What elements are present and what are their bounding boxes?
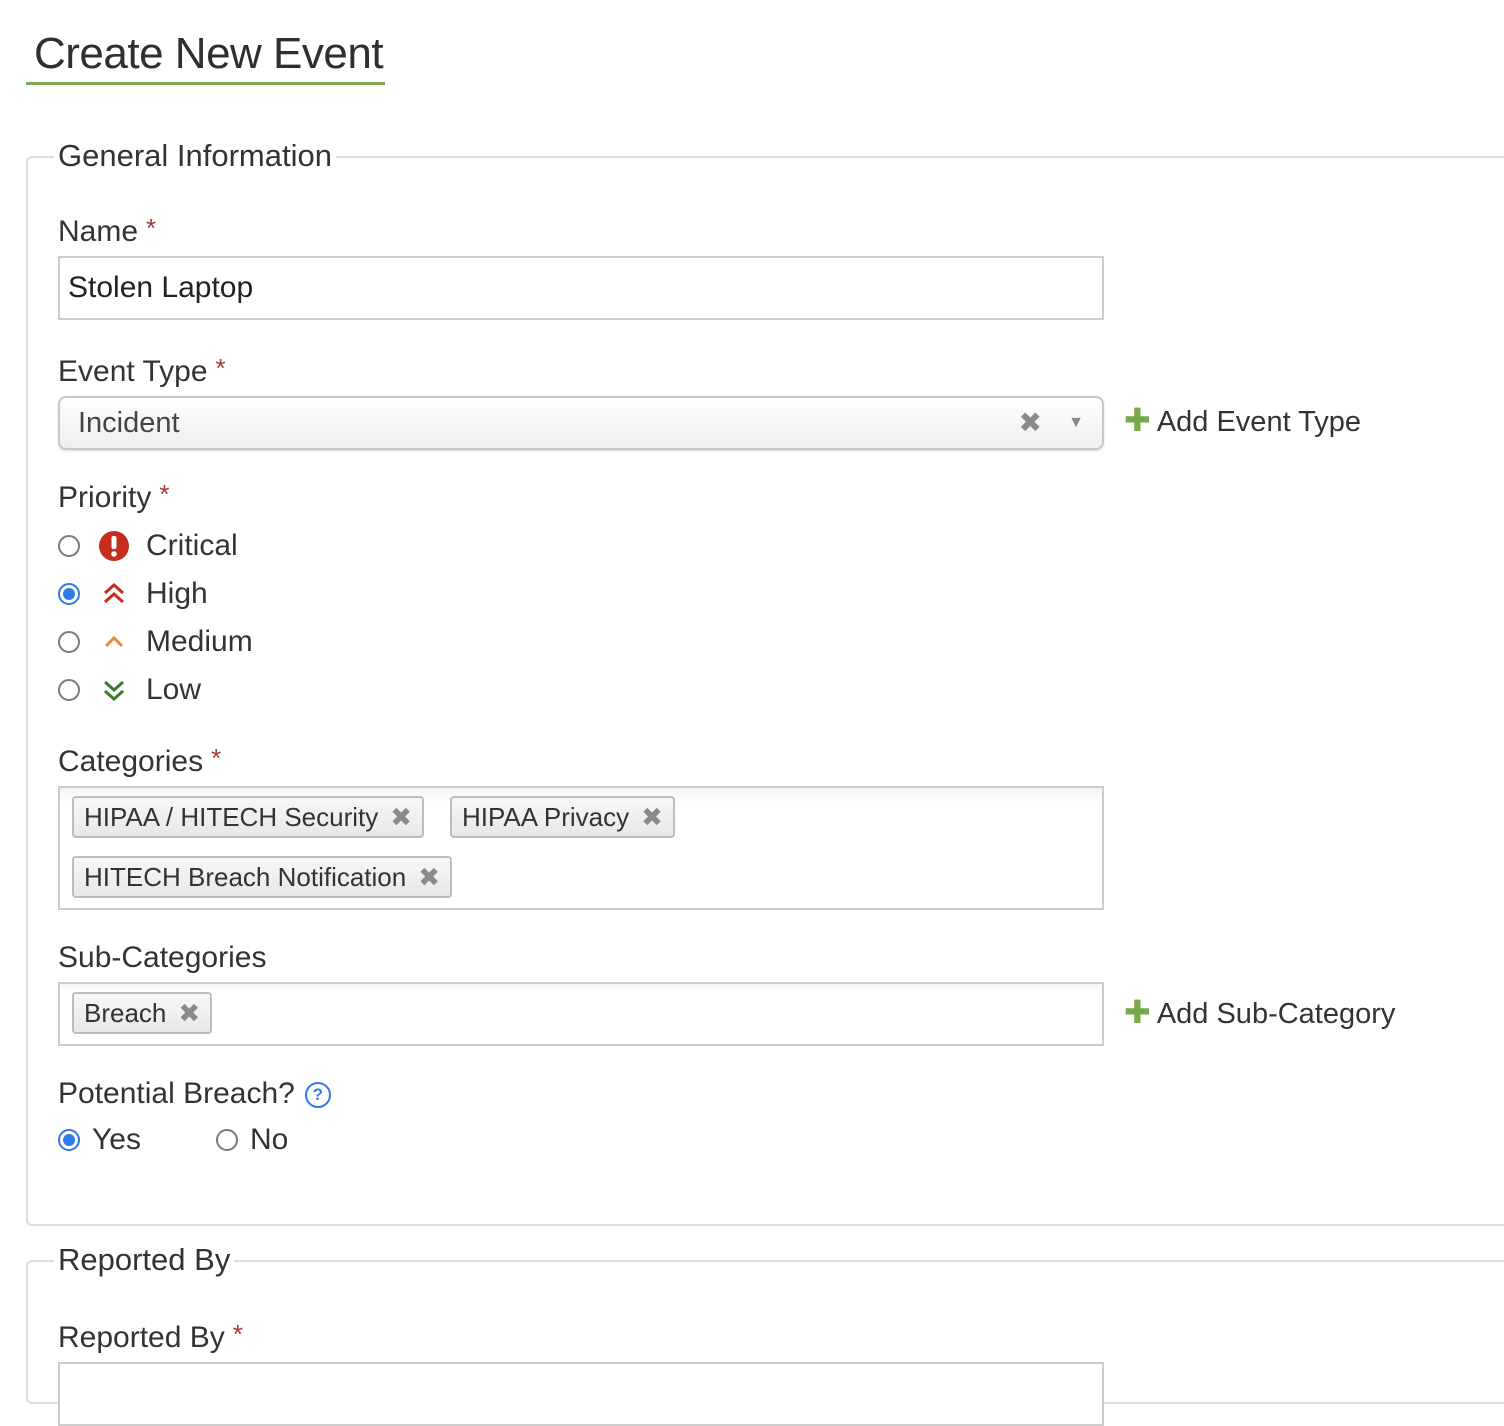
priority-label-critical: Critical bbox=[146, 529, 238, 562]
priority-option-medium[interactable]: Medium bbox=[58, 622, 253, 662]
categories-multiselect[interactable]: HIPAA / HITECH Security ✖ HIPAA Privacy ✖ … bbox=[58, 786, 1104, 910]
required-marker: * bbox=[146, 213, 157, 243]
page-title: Create New Event bbox=[26, 30, 386, 85]
help-icon[interactable]: ? bbox=[304, 1082, 331, 1108]
potential-breach-radio-yes[interactable] bbox=[58, 1129, 80, 1151]
categories-label-text: Categories bbox=[58, 745, 204, 778]
priority-label-medium: Medium bbox=[146, 625, 253, 658]
sub-categories-label: Sub-Categories bbox=[58, 941, 267, 974]
priority-option-low[interactable]: Low bbox=[58, 670, 201, 710]
add-event-type-label: Add Event Type bbox=[1156, 406, 1362, 438]
priority-radio-medium[interactable] bbox=[58, 631, 80, 653]
category-tag-label: HIPAA / HITECH Security bbox=[84, 802, 379, 832]
priority-label-high: High bbox=[146, 577, 208, 610]
potential-breach-label-yes: Yes bbox=[92, 1123, 141, 1156]
priority-radio-high[interactable] bbox=[58, 583, 80, 605]
double-chevron-up-icon bbox=[98, 578, 130, 610]
categories-label: Categories * bbox=[58, 743, 222, 780]
priority-radio-low[interactable] bbox=[58, 679, 80, 701]
plus-icon: ✚ bbox=[1124, 994, 1151, 1030]
potential-breach-label-text: Potential Breach? bbox=[58, 1077, 295, 1110]
category-tag: HITECH Breach Notification ✖ bbox=[72, 856, 453, 898]
exclamation-circle-icon bbox=[98, 530, 130, 562]
general-information-legend: General Information bbox=[54, 138, 336, 174]
sub-categories-multiselect[interactable]: Breach ✖ bbox=[58, 982, 1104, 1046]
category-tag-label: HITECH Breach Notification bbox=[84, 862, 407, 892]
plus-icon: ✚ bbox=[1124, 402, 1151, 438]
name-input[interactable]: Stolen Laptop bbox=[58, 256, 1104, 320]
add-event-type-link[interactable]: ✚ Add Event Type bbox=[1124, 402, 1361, 440]
priority-option-critical[interactable]: Critical bbox=[58, 526, 238, 566]
priority-label-text: Priority bbox=[58, 481, 152, 514]
add-sub-category-link[interactable]: ✚ Add Sub-Category bbox=[1124, 994, 1395, 1032]
required-marker: * bbox=[211, 743, 222, 773]
event-type-label-text: Event Type bbox=[58, 355, 208, 388]
chevron-down-icon[interactable]: ▼ bbox=[1068, 398, 1084, 448]
priority-label-low: Low bbox=[146, 673, 202, 706]
add-sub-category-label: Add Sub-Category bbox=[1156, 998, 1396, 1030]
potential-breach-option-no[interactable]: No bbox=[216, 1120, 288, 1160]
required-marker: * bbox=[232, 1319, 243, 1349]
priority-option-high[interactable]: High bbox=[58, 574, 208, 614]
required-marker: * bbox=[215, 353, 226, 383]
priority-label: Priority * bbox=[58, 479, 170, 516]
clear-selection-icon[interactable]: ✖ bbox=[1019, 398, 1042, 448]
chevron-up-icon bbox=[98, 626, 130, 658]
sub-category-tag: Breach ✖ bbox=[72, 992, 213, 1034]
priority-radio-critical[interactable] bbox=[58, 535, 80, 557]
potential-breach-label-no: No bbox=[250, 1123, 289, 1156]
remove-tag-icon[interactable]: ✖ bbox=[390, 802, 412, 832]
category-tag-label: HIPAA Privacy bbox=[462, 802, 630, 832]
reported-by-input[interactable] bbox=[58, 1362, 1104, 1426]
remove-tag-icon[interactable]: ✖ bbox=[641, 802, 663, 832]
category-tag: HIPAA / HITECH Security ✖ bbox=[72, 796, 425, 838]
reported-by-legend: Reported By bbox=[54, 1242, 235, 1278]
remove-tag-icon[interactable]: ✖ bbox=[418, 862, 440, 892]
name-label: Name * bbox=[58, 213, 157, 250]
potential-breach-label: Potential Breach?? bbox=[58, 1076, 331, 1112]
potential-breach-option-yes[interactable]: Yes bbox=[58, 1120, 141, 1160]
name-label-text: Name bbox=[58, 215, 139, 248]
event-type-selected-value: Incident bbox=[78, 407, 180, 439]
sub-category-tag-label: Breach bbox=[84, 998, 167, 1028]
potential-breach-radio-no[interactable] bbox=[216, 1129, 238, 1151]
event-type-select[interactable]: Incident ✖ ▼ bbox=[58, 396, 1104, 450]
remove-tag-icon[interactable]: ✖ bbox=[178, 998, 200, 1028]
required-marker: * bbox=[159, 479, 170, 509]
category-tag: HIPAA Privacy ✖ bbox=[450, 796, 675, 838]
event-type-label: Event Type * bbox=[58, 353, 226, 390]
double-chevron-down-icon bbox=[98, 674, 130, 706]
reported-by-label: Reported By * bbox=[58, 1319, 243, 1356]
reported-by-label-text: Reported By bbox=[58, 1321, 225, 1354]
